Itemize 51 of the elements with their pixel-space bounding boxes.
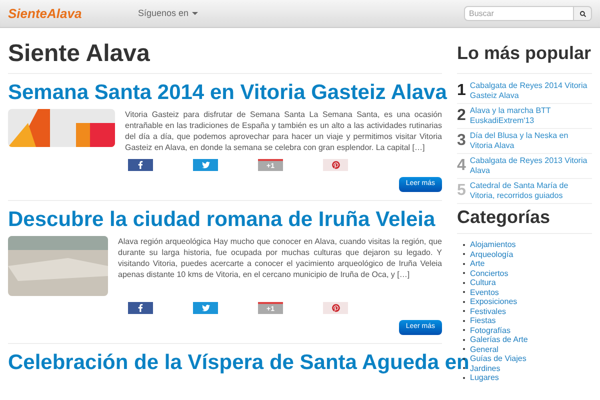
category-link[interactable]: Lugares [470,373,499,382]
facebook-icon [137,304,144,312]
rank-number: 1 [457,81,466,101]
twitter-share-button[interactable] [193,159,218,171]
rank-number: 2 [457,106,466,126]
popular-post-link[interactable]: Día del Blusa y la Neska en Vitoria Alava [470,131,592,151]
category-link[interactable]: Cultura [470,278,496,288]
search-field[interactable]: Buscar [464,6,574,21]
popular-post-link[interactable]: Catedral de Santa María de Vitoria, recorridos guiados [470,181,592,201]
pin-icon [332,304,340,312]
search-button[interactable] [574,6,592,21]
category-link[interactable]: Fiestas [470,316,496,326]
category-link[interactable]: Festivales [470,306,506,316]
site-logo[interactable]: SienteAlava [8,4,138,24]
post-excerpt: Alava región arqueológica Hay mucho que conocer en Alava, cuando visitas la región, que durante su larga historia, fue ocupada por muchas culturas que dejaron su legado. Y visitando Vitoria, puedes acercarte a conocer el yacimiento arqueológico de Iruña Veleia apenas distante 10 kms de Vitoria, en el cercano municipio de Iruña de Oca, y […] [118,236,442,281]
category-link[interactable]: General [470,344,498,354]
category-link[interactable]: Fotografías [470,326,510,335]
popular-heading: Lo más popular [457,42,592,74]
category-link[interactable]: Alojamientos [470,240,516,250]
rank-number: 5 [457,181,466,201]
category-link[interactable]: Jardines [470,364,500,373]
post-excerpt: Vitoria Gasteiz para disfrutar de Semana Santa La Semana Santa, es una ocasión entrañable en las tradiciones de España y también es un alto a las actividades rutinarias del día a día, que podemos aprovechar para hacer un viaje y permitimos visitar Vitoria Gasteiz en Alava, en donde la semana se celebra con gran esplendor. La capital […] [125,109,442,153]
categories-heading: Categorías [457,206,592,234]
rank-number: 3 [457,131,466,151]
caret-icon [192,12,198,15]
category-link[interactable]: Guías de Viajes [470,354,526,364]
popular-post-link[interactable]: Alava y la marcha BTT EuskadiExtrem'13 [470,106,592,126]
category-link[interactable]: Eventos [470,288,499,297]
follow-menu[interactable]: Síguenos en [138,6,198,20]
search-icon [580,10,586,16]
facebook-icon [137,161,144,169]
pinterest-share-button[interactable] [323,302,348,314]
rank-number: 4 [457,156,466,176]
post-title[interactable]: Semana Santa 2014 en Vitoria Gasteiz Alava [8,80,447,105]
bird-icon [202,304,210,312]
category-link[interactable]: Arte [470,259,485,268]
post-title[interactable]: Descubre la ciudad romana de Iruña Veleia [8,207,436,232]
facebook-share-button[interactable] [128,159,153,171]
twitter-share-button[interactable] [193,302,218,314]
pinterest-share-button[interactable] [323,159,348,171]
popular-post-link[interactable]: Cabalgata de Reyes 2013 Vitoria Alava [470,156,592,176]
facebook-share-button[interactable] [128,302,153,314]
popular-post-link[interactable]: Cabalgata de Reyes 2014 Vitoria Gasteiz Alava [470,81,592,101]
category-link[interactable]: Exposiciones [470,297,518,306]
category-link[interactable]: Galerías de Arte [470,335,528,344]
bird-icon [202,161,210,169]
pin-icon [332,161,340,169]
page-title: Siente Alava [8,40,442,74]
category-link[interactable]: Arqueología [470,250,514,259]
category-link[interactable]: Conciertos [470,268,508,278]
post-title[interactable]: Celebración de la Víspera de Santa Agueda en [8,350,470,375]
